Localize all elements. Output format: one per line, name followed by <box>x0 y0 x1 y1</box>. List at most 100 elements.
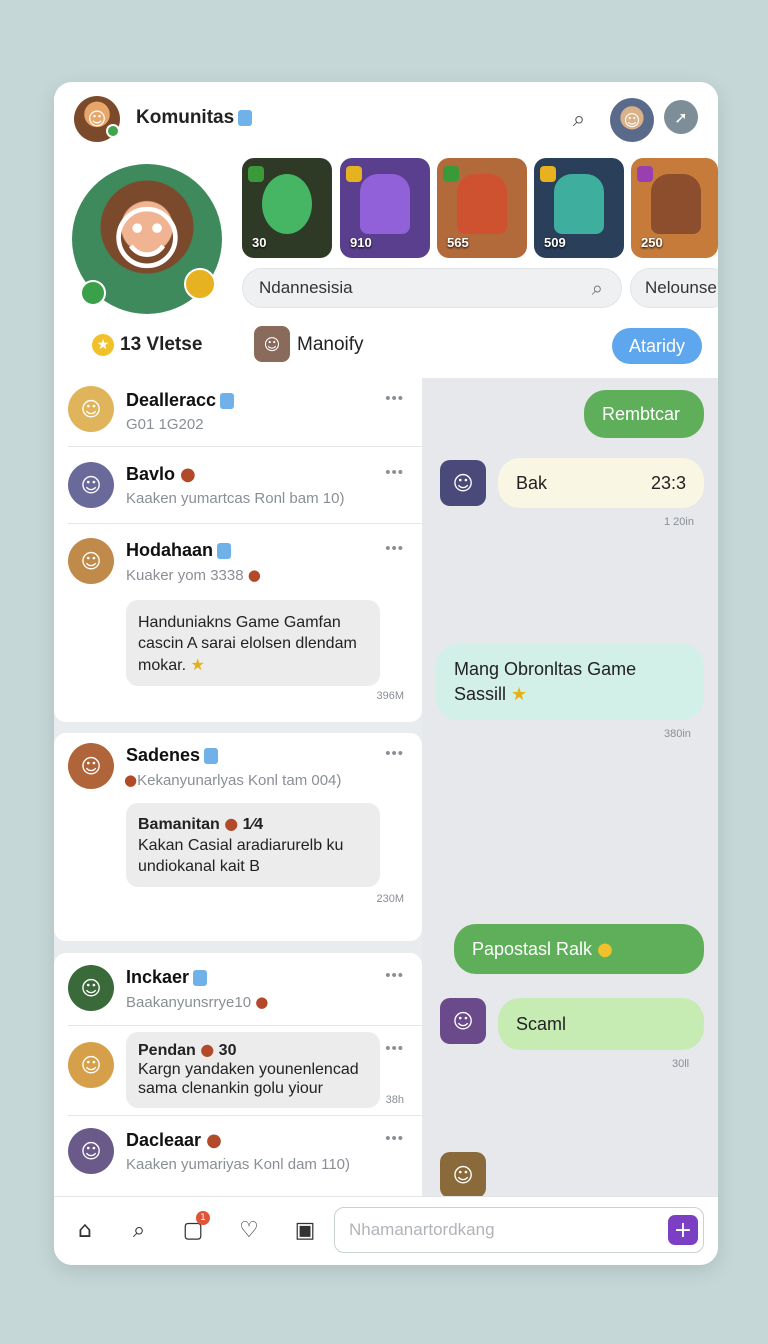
message-extra: 23:3 <box>650 472 686 493</box>
post-author: Hodahaan <box>126 540 232 561</box>
avatar: ☺ <box>68 386 114 432</box>
post-card-2[interactable]: ☺ Sadenes ●Kekanyunarlyas Konl tam 004) … <box>54 733 422 941</box>
post-author: Inckaer <box>126 967 208 988</box>
avatar: ☺ <box>68 965 114 1011</box>
list-item[interactable]: ☺ Hodahaan Kuaker yom 3338 ● ••• Handuni… <box>54 524 422 722</box>
verified-icon <box>220 393 235 410</box>
post-meta: Kuaker yom 3338 ● <box>126 566 261 584</box>
home-icon[interactable]: ⌂ <box>70 1215 100 1245</box>
search-icon[interactable]: ⌕ <box>124 1215 154 1245</box>
verified-icon <box>217 543 232 560</box>
user-avatar[interactable]: ☺ <box>610 98 654 142</box>
chat-message-in[interactable]: Bak 23:3 <box>498 458 704 508</box>
game-tile-5[interactable]: 250 <box>631 158 718 258</box>
post-meta: ●Kekanyunarlyas Konl tam 004) <box>124 771 342 789</box>
game-tile-3[interactable]: 565 <box>437 158 527 258</box>
search-bar-secondary[interactable]: Nelounse <box>630 268 718 308</box>
post-time: 38h <box>385 1094 404 1106</box>
title-text: Komunitas <box>136 107 235 128</box>
more-icon[interactable]: ••• <box>385 390 404 407</box>
verified-icon <box>204 748 219 765</box>
post-time: 230M <box>376 893 404 905</box>
heart-icon[interactable]: ♡ <box>234 1215 264 1245</box>
post-meta: G01 1G202 <box>126 416 204 433</box>
header: ☺ Komunitas ⌕ ☺ ➚ ☺ 30 910 565 509 250 N… <box>54 82 718 378</box>
bubble-number: 30 <box>218 1042 237 1059</box>
coin-icon <box>184 268 216 300</box>
more-icon[interactable]: ••• <box>385 745 404 762</box>
post-author: Bavlo ● <box>126 464 196 485</box>
divider <box>68 446 422 447</box>
avatar: ☺ <box>68 538 114 584</box>
post-meta: Kaaken yumartcas Ronl bam 10) <box>126 490 345 507</box>
chat-message-out[interactable]: Rembtcar <box>584 390 704 438</box>
tag-avatar: ☺ <box>254 326 290 362</box>
search-icon[interactable]: ⌕ <box>566 106 592 132</box>
bubble-title: Pendan <box>138 1042 196 1059</box>
list-item[interactable]: ☺ Inckaer Baakanyunsrrye10 ● ••• <box>54 953 422 1025</box>
chat-message-out[interactable]: Papostasl Ralk ● <box>454 924 704 974</box>
message-text: Scaml <box>516 1013 567 1034</box>
add-button[interactable]: + <box>668 1215 698 1245</box>
chat-message-in[interactable]: Scaml <box>498 998 704 1050</box>
message-text: Mang Obronltas Game Sassill ★ <box>454 659 637 705</box>
search-bar[interactable]: Ndannesisia ⌕ <box>242 268 622 308</box>
bubble-text: Kakan Casial aradiarurelb ku undiokanal … <box>138 837 344 875</box>
page-title: Komunitas <box>136 107 253 129</box>
game-score: 509 <box>544 235 566 250</box>
list-item[interactable]: ☺ Pendan ● 30 Kargn yandaken younenlenca… <box>54 1026 422 1114</box>
game-score: 30 <box>252 235 267 250</box>
message-time: 1 20in <box>664 516 694 528</box>
game-score: 910 <box>350 235 372 250</box>
avatar: ☺ <box>68 1128 114 1174</box>
chat-panel: Rembtcar ☺ Bak 23:3 1 20in Mang Obronlta… <box>422 378 718 1198</box>
chat-icon[interactable]: ▢ 1 <box>178 1211 210 1245</box>
post-meta: Kaaken yumariyas Konl dam 110) <box>126 1156 351 1173</box>
post-author: Sadenes <box>126 745 219 766</box>
star-icon: ★ <box>92 334 114 356</box>
chat-message-out[interactable]: Mang Obronltas Game Sassill ★ <box>436 644 704 720</box>
message-text: Rembtcar <box>602 403 681 424</box>
verified-icon <box>238 109 253 126</box>
bubble-text: Kargn yandaken younenlencad sama clenank… <box>138 1061 359 1097</box>
avatar: ☺ <box>440 998 486 1044</box>
game-tile-4[interactable]: 509 <box>534 158 624 258</box>
avatar: ☺ <box>440 460 486 506</box>
message-text: Bak <box>516 472 548 493</box>
post-bubble: Handuniakns Game Gamfan cascin A sarai e… <box>126 600 380 686</box>
list-item[interactable]: ☺ Bavlo ● Kaaken yumartcas Ronl bam 10) … <box>54 448 422 524</box>
more-icon[interactable]: ••• <box>385 1040 404 1057</box>
avatar: ☺ <box>440 1152 486 1198</box>
list-item[interactable]: ☺ Dealleracc G01 1G202 ••• <box>54 378 422 448</box>
more-icon[interactable]: ••• <box>385 1130 404 1147</box>
search-text: Ndannesisia <box>259 278 353 297</box>
arrow-icon[interactable]: ➚ <box>664 100 698 134</box>
avatar: ☺ <box>68 1042 114 1088</box>
avatar: ☺ <box>68 462 114 508</box>
more-icon[interactable]: ••• <box>385 540 404 557</box>
message-time: 380in <box>664 728 691 740</box>
bubble-title: Bamanitan <box>138 816 220 833</box>
post-card-3: ☺ Inckaer Baakanyunsrrye10 ● ••• ☺ Penda… <box>54 953 422 1196</box>
game-tile-2[interactable]: 910 <box>340 158 430 258</box>
app-window: ☺ Komunitas ⌕ ☺ ➚ ☺ 30 910 565 509 250 N… <box>54 82 718 1265</box>
verified-icon <box>193 970 208 987</box>
profile-tag[interactable]: Manoify <box>297 334 364 356</box>
online-indicator <box>106 124 120 138</box>
game-score: 565 <box>447 235 469 250</box>
notification-badge: 1 <box>196 1211 210 1225</box>
list-item[interactable]: ☺ Dacleaar ● Kaaken yumariyas Konl dam 1… <box>54 1116 422 1196</box>
search-icon: ⌕ <box>591 276 603 300</box>
message-input[interactable] <box>334 1207 704 1253</box>
post-author: Dacleaar ● <box>126 1130 222 1151</box>
post-author: Dealleracc <box>126 390 235 411</box>
profile-stat: 13 Vletse <box>120 334 203 355</box>
game-tile-1[interactable]: 30 <box>242 158 332 258</box>
more-icon[interactable]: ••• <box>385 464 404 481</box>
message-time: 30ll <box>672 1058 690 1070</box>
post-card-1: ☺ Dealleracc G01 1G202 ••• ☺ Bavlo ● Kaa… <box>54 378 422 722</box>
post-bubble: Pendan ● 30 Kargn yandaken younenlencad … <box>126 1032 380 1108</box>
more-icon[interactable]: ••• <box>385 967 404 984</box>
image-icon[interactable]: ▣ <box>290 1215 320 1245</box>
pill-button[interactable]: Ataridy <box>612 328 702 364</box>
